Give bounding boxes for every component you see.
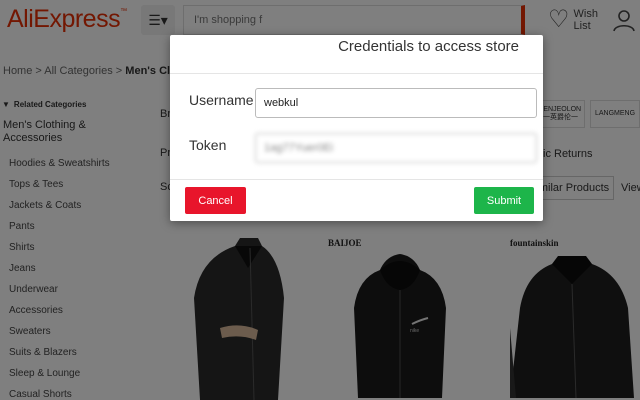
modal-footer-divider [170, 179, 543, 180]
cancel-button[interactable]: Cancel [185, 187, 246, 214]
username-label: Username [189, 92, 254, 108]
token-field[interactable] [255, 133, 537, 163]
username-field[interactable] [255, 88, 537, 118]
token-label: Token [189, 137, 227, 153]
modal-header-divider [170, 73, 543, 74]
modal-title: Credentials to access store [338, 38, 519, 55]
submit-button[interactable]: Submit [474, 187, 534, 214]
credentials-modal: Credentials to access store Username Tok… [170, 35, 543, 221]
